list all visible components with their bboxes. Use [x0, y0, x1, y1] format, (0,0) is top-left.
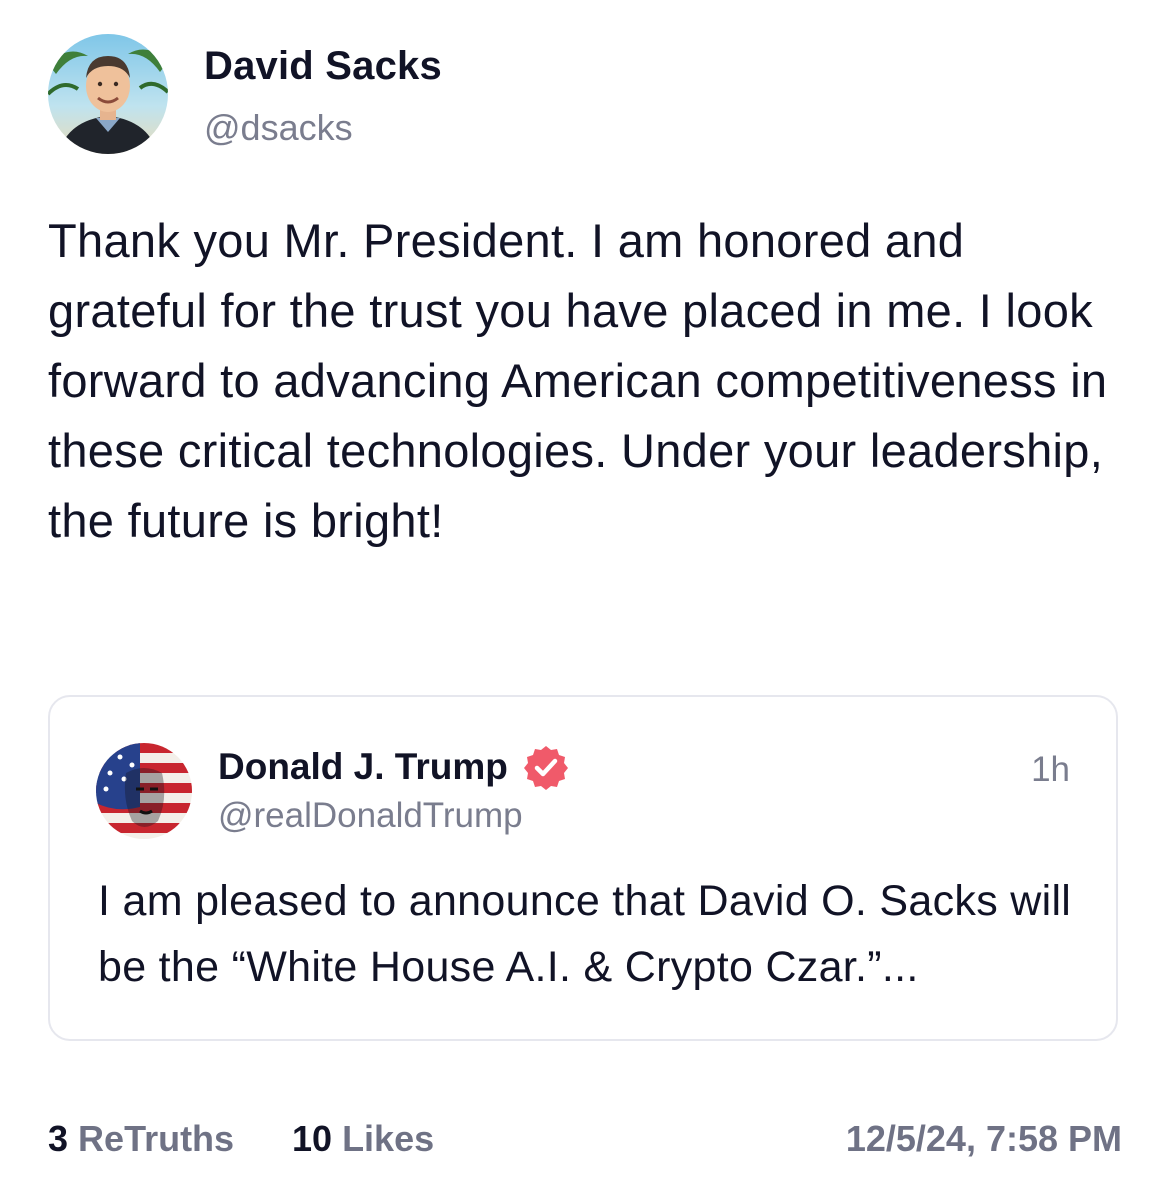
- likes-count: 10: [292, 1118, 333, 1159]
- quoted-author-name[interactable]: Donald J. Trump: [218, 746, 508, 788]
- quoted-post-card[interactable]: Donald J. Trump @realDonaldTrump 1h I am…: [48, 695, 1118, 1041]
- avatar-photo-icon: [48, 34, 168, 154]
- post-stats: 3 ReTruths 10 Likes 12/5/24, 7:58 PM: [48, 1118, 1122, 1166]
- quoted-author-row: Donald J. Trump: [218, 743, 570, 791]
- quoted-author-handle[interactable]: @realDonaldTrump: [218, 796, 523, 836]
- retruths-count-link[interactable]: 3 ReTruths: [48, 1118, 234, 1160]
- author-handle[interactable]: @dsacks: [204, 107, 353, 149]
- verified-badge-icon: [523, 746, 568, 790]
- retruths-label: ReTruths: [78, 1118, 235, 1159]
- post-timestamp: 12/5/24, 7:58 PM: [845, 1118, 1122, 1159]
- retruths-count: 3: [48, 1118, 69, 1159]
- author-avatar[interactable]: [48, 34, 168, 154]
- quoted-post-text: I am pleased to announce that David O. S…: [98, 877, 1072, 991]
- quoted-post-time: 1h: [1031, 750, 1070, 789]
- likes-label: Likes: [342, 1118, 435, 1159]
- post: David Sacks @dsacks Thank you Mr. Presid…: [0, 0, 1170, 1185]
- quoted-author-avatar[interactable]: [96, 743, 192, 839]
- flag-portrait-icon: [96, 743, 192, 839]
- likes-count-link[interactable]: 10 Likes: [292, 1118, 434, 1160]
- post-text: Thank you Mr. President. I am honored an…: [48, 214, 1108, 547]
- author-name[interactable]: David Sacks: [204, 44, 442, 89]
